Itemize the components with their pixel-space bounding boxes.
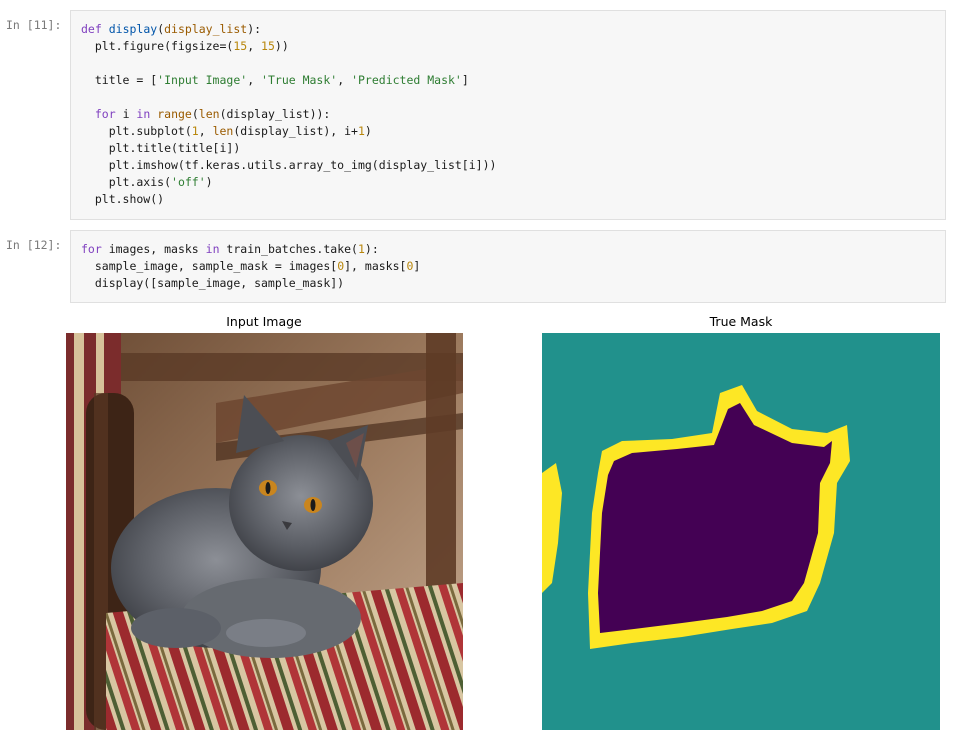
code-cell-11[interactable]: In [11]: def display(display_list): plt.… bbox=[0, 0, 957, 222]
code-token: ) bbox=[364, 124, 372, 138]
true-mask-image bbox=[542, 333, 940, 730]
code-token: 15 bbox=[233, 39, 248, 53]
code-token: , bbox=[247, 39, 262, 53]
code-line: plt.axis('off') bbox=[81, 174, 935, 191]
code-token: images, masks bbox=[101, 242, 206, 256]
code-token: len bbox=[212, 124, 234, 138]
code-token: (display_list)): bbox=[219, 107, 331, 121]
code-token: 1 bbox=[357, 242, 365, 256]
code-token: 'True Mask' bbox=[261, 73, 338, 87]
code-token: display([sample_image, sample_mask]) bbox=[81, 276, 345, 290]
code-line: display([sample_image, sample_mask]) bbox=[81, 275, 935, 292]
code-token: title = [ bbox=[81, 73, 158, 87]
code-token: ] bbox=[461, 73, 469, 87]
code-input-area[interactable]: def display(display_list): plt.figure(fi… bbox=[70, 10, 946, 220]
code-token: 1 bbox=[357, 124, 365, 138]
code-token: , bbox=[337, 73, 352, 87]
code-token: (display_list), i+ bbox=[233, 124, 358, 138]
code-token: display bbox=[108, 22, 158, 36]
cell-prompt: In [11]: bbox=[6, 18, 62, 32]
code-token: plt.subplot( bbox=[81, 124, 192, 138]
code-token: in bbox=[205, 242, 220, 256]
code-editor[interactable]: for images, masks in train_batches.take(… bbox=[71, 231, 945, 292]
code-token: 'Predicted Mask' bbox=[351, 73, 462, 87]
cell-output: Input Image True Mask bbox=[0, 308, 957, 746]
code-token: 'Input Image' bbox=[157, 73, 248, 87]
code-editor[interactable]: def display(display_list): plt.figure(fi… bbox=[71, 11, 945, 208]
code-token: display_list bbox=[164, 22, 248, 36]
code-token: for bbox=[94, 107, 116, 121]
code-token: ], masks[ bbox=[344, 259, 407, 273]
code-line: sample_image, sample_mask = images[0], m… bbox=[81, 258, 935, 275]
code-line: title = ['Input Image', 'True Mask', 'Pr… bbox=[81, 72, 935, 89]
code-token: ): bbox=[364, 242, 379, 256]
code-token: len bbox=[198, 107, 220, 121]
code-token: plt.axis( bbox=[81, 175, 172, 189]
subplot-title-true-mask: True Mask bbox=[709, 314, 773, 329]
subplot-title-input-image: Input Image bbox=[226, 314, 302, 329]
code-token: ) bbox=[205, 175, 213, 189]
code-token: 15 bbox=[261, 39, 275, 53]
code-token: )) bbox=[274, 39, 289, 53]
code-token: , bbox=[247, 73, 262, 87]
code-line: def display(display_list): bbox=[81, 21, 935, 38]
code-line: plt.show() bbox=[81, 191, 935, 208]
code-line: plt.subplot(1, len(display_list), i+1) bbox=[81, 123, 935, 140]
code-cell-12[interactable]: In [12]: for images, masks in train_batc… bbox=[0, 222, 957, 306]
code-token: 1 bbox=[191, 124, 199, 138]
code-line: for i in range(len(display_list)): bbox=[81, 106, 935, 123]
code-token: i bbox=[115, 107, 137, 121]
code-token: ] bbox=[413, 259, 421, 273]
code-token: range bbox=[157, 107, 192, 121]
code-token: ( bbox=[191, 107, 199, 121]
code-input-area[interactable]: for images, masks in train_batches.take(… bbox=[70, 230, 946, 303]
code-token: train_batches.take( bbox=[219, 242, 358, 256]
cell-prompt: In [12]: bbox=[6, 238, 62, 252]
code-token: plt.title(title[i]) bbox=[81, 141, 241, 155]
code-line: plt.figure(figsize=(15, 15)) bbox=[81, 38, 935, 55]
code-line: for images, masks in train_batches.take(… bbox=[81, 241, 935, 258]
code-token: plt.show() bbox=[81, 192, 165, 206]
code-token: 'off' bbox=[171, 175, 206, 189]
code-token: def bbox=[81, 22, 102, 36]
code-token: plt.imshow(tf.keras.utils.array_to_img(d… bbox=[81, 158, 497, 172]
code-token: plt.figure(figsize=( bbox=[81, 39, 234, 53]
code-line: plt.imshow(tf.keras.utils.array_to_img(d… bbox=[81, 157, 935, 174]
code-token: sample_image, sample_mask = images[ bbox=[81, 259, 338, 273]
code-token: in bbox=[136, 107, 151, 121]
code-line: plt.title(title[i]) bbox=[81, 140, 935, 157]
code-token: , bbox=[198, 124, 213, 138]
input-image bbox=[66, 333, 463, 730]
code-token: ): bbox=[247, 22, 262, 36]
code-token: for bbox=[81, 242, 102, 256]
